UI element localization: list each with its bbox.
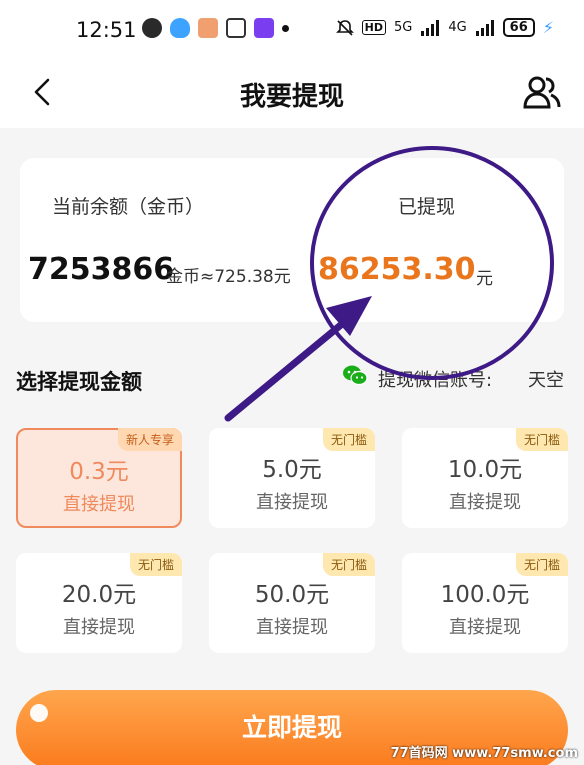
signal-icon-2	[475, 19, 494, 36]
hd-badge: HD	[361, 20, 386, 35]
qq-icon	[170, 18, 190, 38]
option-amount: 20.0元	[61, 582, 137, 608]
network-5g: 5G	[393, 20, 413, 35]
withdrawn-label: 已提现	[398, 196, 456, 218]
option-amount: 50.0元	[254, 582, 330, 608]
users-icon	[523, 76, 561, 109]
option-amount: 10.0元	[447, 457, 523, 483]
amount-option[interactable]: 无门槛 50.0元 直接提现	[209, 553, 375, 653]
battery-icon: 66	[502, 18, 535, 37]
option-subtitle: 直接提现	[449, 617, 521, 638]
status-time: 12:51	[76, 18, 137, 42]
page-title: 我要提现	[239, 82, 344, 112]
app-icon	[198, 18, 218, 38]
amount-option[interactable]: 无门槛 100.0元 直接提现	[402, 553, 568, 653]
option-amount: 0.3元	[69, 459, 129, 485]
option-badge: 无门槛	[515, 428, 568, 451]
option-badge: 无门槛	[322, 553, 375, 576]
wechat-account-name: 天空	[528, 370, 564, 391]
system-status: HD 5G 4G 66 ⚡	[335, 18, 554, 37]
balance-value: 7253866	[28, 252, 175, 287]
notification-icons	[142, 18, 289, 38]
nav-bar: 我要提现	[0, 60, 584, 128]
option-badge: 新人专享	[117, 428, 182, 451]
amount-option[interactable]: 无门槛 5.0元 直接提现	[209, 428, 375, 528]
withdraw-button-label: 立即提现	[241, 713, 342, 742]
amount-option[interactable]: 无门槛 10.0元 直接提现	[402, 428, 568, 528]
withdrawn-unit: 元	[476, 269, 493, 289]
option-badge: 无门槛	[322, 428, 375, 451]
wechat-account-label: 提现微信账号:	[378, 370, 493, 391]
option-subtitle: 直接提现	[256, 492, 328, 513]
wechat-icon	[142, 18, 162, 38]
amount-option[interactable]: 新人专享 0.3元 直接提现	[16, 428, 182, 528]
withdrawn-value: 86253.30	[318, 252, 476, 287]
option-badge: 无门槛	[129, 553, 182, 576]
users-button[interactable]	[522, 74, 562, 110]
option-amount: 5.0元	[262, 457, 322, 483]
balance-unit: 金币≈725.38元	[166, 267, 291, 287]
alipay-icon	[226, 18, 246, 38]
watermark: 77首码网 www.77smw.com	[390, 746, 578, 761]
wechat-icon	[343, 365, 368, 386]
option-subtitle: 直接提现	[63, 617, 135, 638]
option-badge: 无门槛	[515, 553, 568, 576]
signal-icon	[421, 19, 440, 36]
network-4g: 4G	[448, 20, 467, 35]
balance-card: 当前余额（金币） 7253866 金币≈725.38元 已提现 86253.30…	[20, 158, 564, 322]
amount-option[interactable]: 无门槛 20.0元 直接提现	[16, 553, 182, 653]
option-subtitle: 直接提现	[256, 617, 328, 638]
status-bar: 12:51 HD 5G 4G 66 ⚡	[0, 0, 584, 60]
button-highlight-dot	[30, 704, 48, 722]
section-title: 选择提现金额	[16, 370, 142, 394]
charging-icon: ⚡	[542, 18, 554, 37]
option-subtitle: 直接提现	[449, 492, 521, 513]
option-subtitle: 直接提现	[63, 494, 135, 515]
option-amount: 100.0元	[440, 582, 530, 608]
video-app-icon	[254, 18, 274, 38]
dot-icon	[282, 24, 289, 32]
mute-icon	[335, 19, 354, 36]
annotation-arrow-line	[224, 320, 346, 422]
balance-label: 当前余额（金币）	[52, 196, 205, 218]
